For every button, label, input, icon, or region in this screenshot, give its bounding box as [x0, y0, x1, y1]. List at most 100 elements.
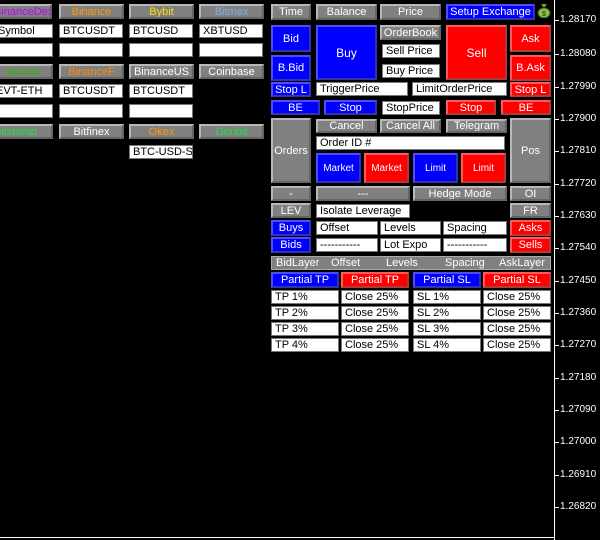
telegram-button[interactable]: Telegram	[446, 119, 507, 133]
symbol-input-binancedex[interactable]: Symbol	[0, 24, 53, 38]
empty-field[interactable]	[129, 43, 193, 57]
sells-button[interactable]: Sells	[510, 237, 551, 253]
trigger-price-input[interactable]: TriggerPrice	[316, 82, 408, 96]
hedge-mode-button[interactable]: Hedge Mode	[413, 186, 507, 201]
exchange-deribit-button[interactable]: Deribit	[199, 124, 264, 139]
cancel-all-button[interactable]: Cancel All	[380, 119, 441, 133]
partial-sl-sell-button[interactable]: Partial SL	[483, 272, 551, 288]
price-tick	[554, 313, 559, 314]
stop-loss-left-button[interactable]: Stop L	[271, 82, 311, 97]
exchange-bitmex-button[interactable]: Bitmex	[199, 4, 264, 19]
exchange-kucoin-button[interactable]: Kucoin	[0, 64, 53, 79]
tp-level-field[interactable]: TP 4%	[271, 338, 339, 352]
exchange-bitfinex-button[interactable]: Bitfinex	[59, 124, 124, 139]
exchange-binancef-button[interactable]: BinanceF	[59, 64, 124, 79]
exchange-binance-button[interactable]: Binance	[59, 4, 124, 19]
tp-level-field[interactable]: TP 1%	[271, 290, 339, 304]
stop-loss-right-button[interactable]: Stop L	[510, 82, 551, 97]
sl-close-field[interactable]: Close 25%	[483, 290, 551, 304]
price-button[interactable]: Price	[380, 4, 441, 20]
setup-exchange-button[interactable]: Setup Exchange	[446, 4, 535, 20]
breakeven-right-button[interactable]: BE	[501, 100, 551, 115]
stop-price-input[interactable]: StopPrice	[382, 101, 440, 115]
sl-level-field[interactable]: SL 2%	[413, 306, 481, 320]
bids-button[interactable]: Bids	[271, 237, 311, 253]
empty-field[interactable]	[59, 104, 123, 118]
market-buy-button[interactable]: Market	[316, 153, 361, 183]
empty-field[interactable]	[129, 104, 193, 118]
tp-level-field[interactable]: TP 3%	[271, 322, 339, 336]
symbol-input-bybit[interactable]: BTCUSD	[129, 24, 193, 38]
price-label: 1.27540	[560, 242, 597, 253]
orderbook-button[interactable]: OrderBook	[380, 25, 441, 40]
empty-field[interactable]	[0, 43, 53, 57]
exchange-bitstamp-button[interactable]: Bitstamp	[0, 124, 53, 139]
orders-button[interactable]: Orders	[271, 118, 311, 183]
leverage-button[interactable]: LEV	[271, 203, 311, 218]
dash-input-left[interactable]: -----------	[316, 238, 378, 252]
partial-sl-buy-button[interactable]: Partial SL	[413, 272, 481, 288]
spacing-input[interactable]: Spacing	[443, 221, 507, 235]
symbol-input-bitmex[interactable]: XBTUSD	[199, 24, 263, 38]
breakeven-left-button[interactable]: BE	[271, 100, 320, 115]
sell-button[interactable]: Sell	[446, 25, 507, 80]
empty-field[interactable]	[59, 43, 123, 57]
stop-buy-button[interactable]: Stop	[324, 100, 377, 115]
balance-button[interactable]: Balance	[316, 4, 377, 20]
buy-price-input[interactable]: Buy Price	[382, 64, 440, 78]
exchange-binanceus-button[interactable]: BinanceUS	[129, 64, 194, 79]
tp-close-field[interactable]: Close 25%	[341, 322, 409, 336]
tp-close-field[interactable]: Close 25%	[341, 306, 409, 320]
exchange-coinbase-button[interactable]: Coinbase	[199, 64, 264, 79]
tp-level-field[interactable]: TP 2%	[271, 306, 339, 320]
limit-sell-button[interactable]: Limit	[461, 153, 506, 183]
dash-button[interactable]: ---	[316, 186, 410, 201]
sl-level-field[interactable]: SL 3%	[413, 322, 481, 336]
order-id-input[interactable]: Order ID #	[316, 136, 505, 150]
money-bag-icon[interactable]: $	[537, 2, 551, 18]
b-bid-button[interactable]: B.Bid	[271, 55, 311, 81]
partial-tp-buy-button[interactable]: Partial TP	[271, 272, 339, 288]
buys-button[interactable]: Buys	[271, 220, 311, 236]
exchange-bybit-button[interactable]: Bybit	[129, 4, 194, 19]
isolate-leverage-input[interactable]: Isolate Leverage	[316, 204, 410, 218]
sl-close-field[interactable]: Close 25%	[483, 338, 551, 352]
sl-level-field[interactable]: SL 4%	[413, 338, 481, 352]
sl-close-field[interactable]: Close 25%	[483, 322, 551, 336]
bid-button[interactable]: Bid	[271, 25, 311, 52]
limit-buy-button[interactable]: Limit	[413, 153, 458, 183]
positions-button[interactable]: Pos	[510, 118, 551, 183]
dash-input-right[interactable]: -----------	[443, 238, 507, 252]
offset-input[interactable]: Offset	[316, 221, 378, 235]
symbol-input-binance[interactable]: BTCUSDT	[59, 24, 123, 38]
ask-button[interactable]: Ask	[510, 25, 551, 52]
funding-rate-button[interactable]: FR	[510, 203, 551, 218]
symbol-input-binanceus[interactable]: BTCUSDT	[129, 84, 193, 98]
stop-sell-button[interactable]: Stop	[446, 100, 496, 115]
empty-field[interactable]	[199, 43, 263, 57]
sl-level-field[interactable]: SL 1%	[413, 290, 481, 304]
time-button[interactable]: Time	[271, 4, 311, 20]
open-interest-button[interactable]: OI	[510, 186, 551, 201]
symbol-input-okex[interactable]: BTC-USD-SWAP	[129, 145, 193, 159]
asks-button[interactable]: Asks	[510, 220, 551, 236]
lot-expo-input[interactable]: Lot Expo	[380, 238, 441, 252]
buy-button[interactable]: Buy	[316, 25, 377, 80]
sell-price-input[interactable]: Sell Price	[382, 44, 440, 58]
price-axis-line	[554, 0, 555, 540]
levels-input[interactable]: Levels	[380, 221, 441, 235]
minus-button[interactable]: -	[271, 186, 311, 201]
exchange-okex-button[interactable]: Okex	[129, 124, 194, 139]
partial-tp-sell-button[interactable]: Partial TP	[341, 272, 409, 288]
symbol-input-binancef[interactable]: BTCUSDT	[59, 84, 123, 98]
sl-close-field[interactable]: Close 25%	[483, 306, 551, 320]
exchange-binancedex-button[interactable]: BinanceDex	[0, 4, 52, 19]
tp-close-field[interactable]: Close 25%	[341, 290, 409, 304]
cancel-button[interactable]: Cancel	[316, 119, 377, 133]
tp-close-field[interactable]: Close 25%	[341, 338, 409, 352]
limit-order-price-input[interactable]: LimitOrderPrice	[412, 82, 507, 96]
symbol-input-kucoin[interactable]: EVT-ETH	[0, 84, 53, 98]
b-ask-button[interactable]: B.Ask	[510, 55, 551, 81]
market-sell-button[interactable]: Market	[364, 153, 409, 183]
empty-field[interactable]	[0, 104, 53, 118]
